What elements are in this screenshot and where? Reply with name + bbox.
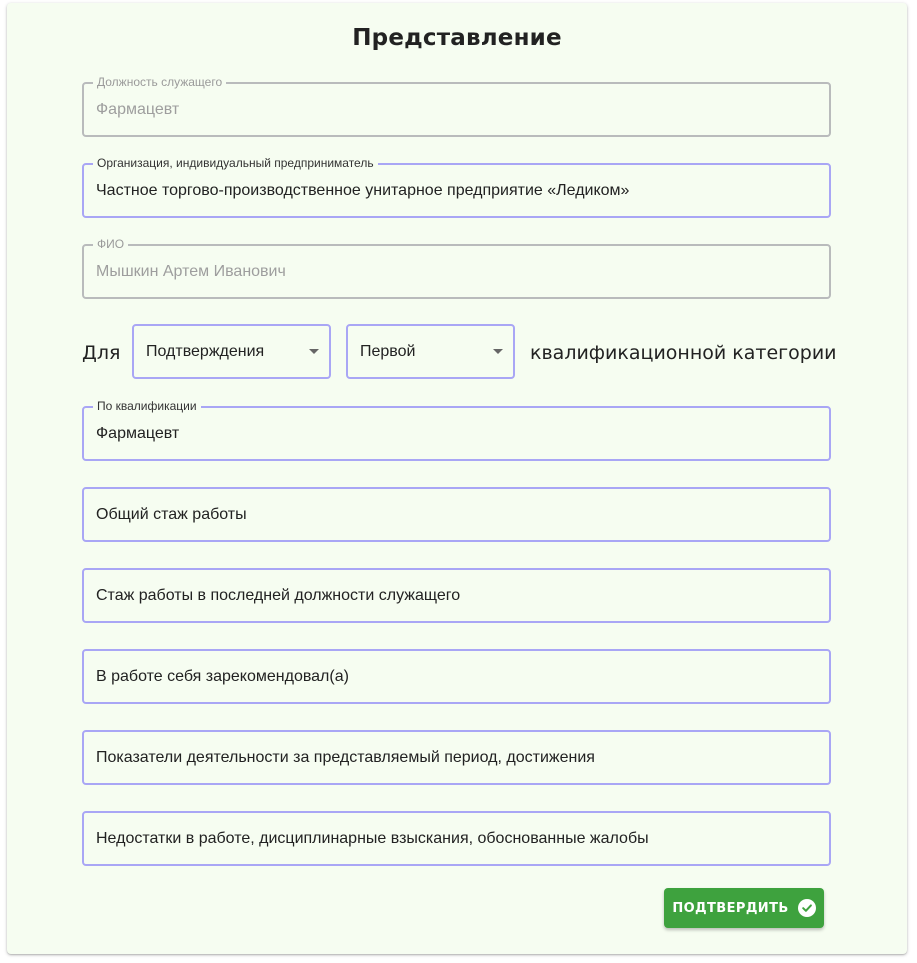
total-experience-input[interactable]: Общий стаж работы <box>96 489 816 540</box>
chevron-down-icon <box>493 349 503 354</box>
position-field: Должность служащего Фармацевт <box>82 75 831 137</box>
purpose-select[interactable]: Подтверждения <box>132 324 331 379</box>
achievements-field[interactable]: Показатели деятельности за представляемы… <box>82 730 831 785</box>
purpose-prefix: Для <box>82 342 121 364</box>
category-select-value: Первой <box>360 343 416 360</box>
achievements-input[interactable]: Показатели деятельности за представляемы… <box>96 732 816 783</box>
qualification-field[interactable]: По квалификации Фармацевт <box>82 399 831 461</box>
purpose-suffix: квалификационной категории <box>530 342 837 364</box>
submit-button[interactable]: ПОДТВЕРДИТЬ <box>664 888 824 928</box>
shortcomings-input[interactable]: Недостатки в работе, дисциплинарные взыс… <box>96 813 816 864</box>
check-circle-icon <box>797 899 816 917</box>
organization-field[interactable]: Организация, индивидуальный предпринимат… <box>82 156 831 218</box>
fio-field: ФИО Мышкин Артем Иванович <box>82 237 831 299</box>
total-experience-field[interactable]: Общий стаж работы <box>82 487 831 542</box>
position-value: Фармацевт <box>96 101 180 118</box>
fio-value: Мышкин Артем Иванович <box>96 263 286 280</box>
chevron-down-icon <box>309 349 319 354</box>
qualification-value[interactable]: Фармацевт <box>96 408 816 459</box>
organization-value[interactable]: Частное торгово-производственное унитарн… <box>96 165 816 216</box>
shortcomings-field[interactable]: Недостатки в работе, дисциплинарные взыс… <box>82 811 831 866</box>
recommended-field[interactable]: В работе себя зарекомендовал(а) <box>82 649 831 704</box>
form-title: Представление <box>352 25 562 51</box>
category-select[interactable]: Первой <box>346 324 515 379</box>
recommended-input[interactable]: В работе себя зарекомендовал(а) <box>96 651 816 702</box>
purpose-select-value: Подтверждения <box>146 343 265 360</box>
submit-button-label: ПОДТВЕРДИТЬ <box>672 900 789 916</box>
form-card: Представление Должность служащего Фармац… <box>7 3 907 954</box>
last-position-experience-input[interactable]: Стаж работы в последней должности служащ… <box>96 570 816 621</box>
last-position-experience-field[interactable]: Стаж работы в последней должности служащ… <box>82 568 831 623</box>
